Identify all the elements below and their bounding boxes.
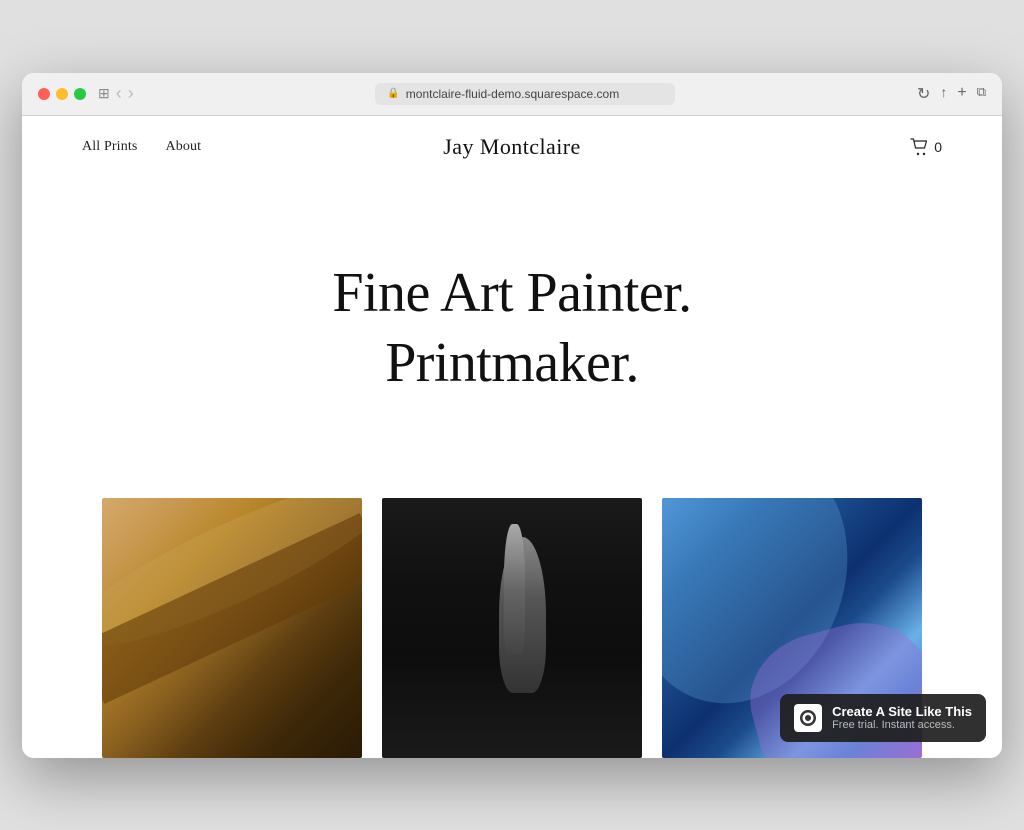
hero-line1: Fine Art Painter.: [332, 258, 691, 328]
back-button[interactable]: ‹: [116, 83, 122, 104]
address-bar-wrap: 🔒 montclaire-fluid-demo.squarespace.com: [146, 83, 905, 105]
hero-section: Fine Art Painter. Printmaker.: [22, 178, 1002, 498]
about-link[interactable]: About: [165, 139, 201, 155]
hero-line2: Printmaker.: [332, 328, 691, 398]
close-button[interactable]: [38, 88, 50, 100]
gallery-image-warm: [102, 498, 362, 758]
squarespace-badge-text: Create A Site Like This Free trial. Inst…: [832, 704, 972, 731]
browser-chrome: ⊞ ‹ › 🔒 montclaire-fluid-demo.squarespac…: [22, 73, 1002, 116]
reload-icon[interactable]: ↻: [917, 84, 930, 104]
lock-icon: 🔒: [387, 88, 399, 99]
nav-left: All Prints About: [82, 139, 201, 155]
window-switcher-icon[interactable]: ⊞: [98, 85, 110, 102]
browser-actions: ↻ ↑ + ⧉: [917, 84, 986, 104]
squarespace-badge-icon: [794, 704, 822, 732]
cart-icon: [910, 138, 930, 156]
gallery-image-dark: [382, 498, 642, 758]
browser-navigation: ⊞ ‹ ›: [98, 83, 134, 104]
all-prints-link[interactable]: All Prints: [82, 139, 137, 155]
browser-window: ⊞ ‹ › 🔒 montclaire-fluid-demo.squarespac…: [22, 73, 1002, 758]
squarespace-logo-icon: [798, 708, 818, 728]
fullscreen-button[interactable]: [74, 88, 86, 100]
cart-count: 0: [934, 139, 942, 155]
squarespace-badge[interactable]: Create A Site Like This Free trial. Inst…: [780, 694, 986, 742]
add-tab-icon[interactable]: +: [957, 84, 966, 104]
cart-button[interactable]: 0: [910, 138, 942, 156]
site-title[interactable]: Jay Montclaire: [443, 134, 581, 160]
forward-button[interactable]: ›: [128, 83, 134, 104]
duplicate-tab-icon[interactable]: ⧉: [977, 84, 986, 104]
site-content: All Prints About Jay Montclaire 0 Fine A…: [22, 116, 1002, 758]
traffic-lights: [38, 88, 86, 100]
minimize-button[interactable]: [56, 88, 68, 100]
gallery-wrapper: Create A Site Like This Free trial. Inst…: [22, 498, 1002, 758]
badge-title: Create A Site Like This: [832, 704, 972, 719]
nav-right: 0: [910, 138, 942, 156]
badge-subtitle: Free trial. Instant access.: [832, 719, 972, 731]
share-icon[interactable]: ↑: [940, 84, 947, 104]
url-text: montclaire-fluid-demo.squarespace.com: [406, 87, 619, 101]
gallery-item-warm[interactable]: [102, 498, 362, 758]
hero-text: Fine Art Painter. Printmaker.: [332, 258, 691, 398]
address-bar[interactable]: 🔒 montclaire-fluid-demo.squarespace.com: [375, 83, 675, 105]
site-header: All Prints About Jay Montclaire 0: [22, 116, 1002, 178]
gallery-item-dark[interactable]: [382, 498, 642, 758]
